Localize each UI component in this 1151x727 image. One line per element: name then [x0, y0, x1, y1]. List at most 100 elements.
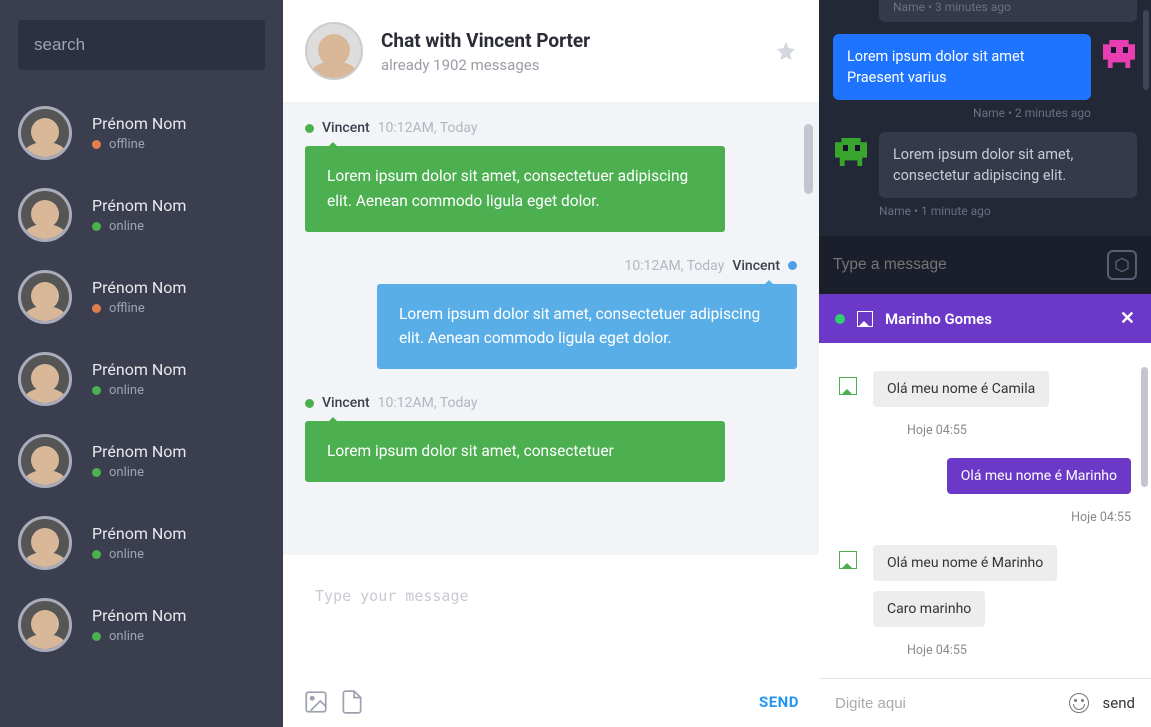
contact-name: Prénom Nom [92, 442, 186, 461]
message-thread[interactable]: Vincent 10:12AM, Today Lorem ipsum dolor … [283, 102, 819, 555]
message-composer: SEND [283, 555, 819, 727]
chat-partner-avatar[interactable] [305, 22, 363, 80]
purple-chat-widget: Marinho Gomes ✕ Olá meu nome é Camila Hoj… [819, 294, 1151, 727]
contact-item[interactable]: Prénom Nom offline [18, 256, 265, 338]
status-dot [92, 386, 101, 395]
contact-name: Prénom Nom [92, 524, 186, 543]
status-dot [92, 632, 101, 641]
send-button[interactable]: SEND [759, 693, 799, 711]
contact-status: online [109, 465, 144, 480]
contact-avatar [18, 434, 72, 488]
user-avatar [833, 134, 869, 170]
attach-image-icon[interactable] [303, 689, 329, 715]
message-time: Hoje 04:55 [907, 423, 967, 438]
image-placeholder-icon [857, 311, 873, 327]
emoji-icon[interactable] [1069, 693, 1089, 713]
status-dot [92, 304, 101, 313]
online-status-dot [835, 314, 845, 324]
contact-item[interactable]: Prénom Nom online [18, 584, 265, 666]
message-sender: Vincent [322, 395, 370, 411]
contact-avatar [18, 188, 72, 242]
image-placeholder-icon [839, 377, 857, 395]
message-time: 10:12AM, Today [624, 258, 724, 274]
dark-message-composer [819, 236, 1151, 294]
dark-chat-widget: Name • 3 minutes ago Lorem ipsum dolor s… [819, 0, 1151, 294]
main-chat-panel: Chat with Vincent Porter already 1902 me… [283, 0, 819, 727]
message-bubble: Caro marinho [873, 591, 985, 627]
status-dot [92, 140, 101, 149]
contact-status: online [109, 383, 144, 398]
purple-message-thread[interactable]: Olá meu nome é CamilaHoje 04:55Olá meu n… [819, 343, 1151, 678]
contact-avatar [18, 598, 72, 652]
message-group: Olá meu nome é Marinho Hoje 04:55 [839, 458, 1131, 525]
contact-status: online [109, 219, 144, 234]
contact-name: Prénom Nom [92, 278, 186, 297]
message-group: Olá meu nome é Camila Hoje 04:55 [839, 371, 1131, 438]
message-bubble: Olá meu nome é Marinho [947, 458, 1131, 494]
contact-avatar [18, 352, 72, 406]
purple-chat-header: Marinho Gomes ✕ [819, 294, 1151, 343]
chat-message: 10:12AM, Today Vincent Lorem ipsum dolor … [305, 258, 797, 370]
message-group: Olá meu nome é Marinho Caro marinho Hoje 0… [839, 545, 1131, 658]
alien-icon [835, 138, 867, 166]
search-box[interactable] [18, 20, 265, 70]
message-meta: Name • 3 minutes ago [879, 0, 1137, 22]
message-meta: Name • 1 minute ago [879, 204, 1137, 218]
contact-name: Prénom Nom [92, 606, 186, 625]
incoming-message: Lorem ipsum dolor sit amet, consectetur … [833, 132, 1137, 218]
message-sender: Vincent [322, 120, 370, 136]
status-dot [788, 261, 797, 270]
contact-name: Prénom Nom [92, 114, 186, 133]
chat-message: Vincent 10:12AM, TodayLorem ipsum dolor … [305, 395, 797, 482]
chat-partner-name: Marinho Gomes [885, 310, 1108, 328]
purple-message-input[interactable] [835, 695, 1055, 712]
chat-header: Chat with Vincent Porter already 1902 me… [283, 0, 819, 102]
message-bubble: Lorem ipsum dolor sit amet, consectetuer [305, 421, 725, 482]
purple-composer: send [819, 678, 1151, 727]
message-sender: Vincent [732, 258, 780, 274]
message-input[interactable] [297, 569, 805, 689]
contact-name: Prénom Nom [92, 196, 186, 215]
dark-message-input[interactable] [833, 256, 1107, 274]
image-placeholder-icon [839, 551, 857, 569]
scrollbar-thumb[interactable] [804, 124, 813, 194]
message-time: 10:12AM, Today [378, 120, 478, 136]
contact-status: online [109, 629, 144, 644]
scrollbar-thumb[interactable] [1141, 367, 1148, 487]
send-button[interactable] [1107, 250, 1137, 280]
chat-subtitle: already 1902 messages [381, 56, 757, 74]
message-bubble: Lorem ipsum dolor sit amet, consectetuer… [377, 284, 797, 370]
message-bubble: Olá meu nome é Marinho [873, 545, 1057, 581]
status-dot [92, 222, 101, 231]
contact-item[interactable]: Prénom Nom offline [18, 92, 265, 174]
message-bubble: Lorem ipsum dolor sit amet, consectetuer… [305, 146, 725, 232]
close-icon[interactable]: ✕ [1120, 308, 1135, 329]
contact-status: offline [109, 137, 145, 152]
outgoing-message: Lorem ipsum dolor sit amet Praesent vari… [833, 34, 1137, 120]
status-dot [92, 550, 101, 559]
contact-status: online [109, 547, 144, 562]
favorite-star-icon[interactable] [775, 40, 797, 62]
user-avatar [1101, 36, 1137, 72]
status-dot [92, 468, 101, 477]
message-bubble: Lorem ipsum dolor sit amet, consectetur … [879, 132, 1137, 198]
status-dot [305, 399, 314, 408]
contact-item[interactable]: Prénom Nom online [18, 174, 265, 256]
contacts-sidebar: Prénom Nom offline Prénom Nom online Pré… [0, 0, 283, 727]
contact-item[interactable]: Prénom Nom online [18, 502, 265, 584]
attach-file-icon[interactable] [339, 689, 365, 715]
contact-item[interactable]: Prénom Nom online [18, 420, 265, 502]
message-bubble: Lorem ipsum dolor sit amet Praesent vari… [833, 34, 1091, 100]
chat-title: Chat with Vincent Porter [381, 29, 757, 52]
contact-avatar [18, 270, 72, 324]
message-time: Hoje 04:55 [907, 643, 967, 658]
message-time: Hoje 04:55 [1071, 510, 1131, 525]
contact-avatar [18, 516, 72, 570]
search-input[interactable] [34, 35, 255, 55]
scrollbar-thumb[interactable] [1143, 10, 1149, 90]
message-bubble: Olá meu nome é Camila [873, 371, 1049, 407]
send-button[interactable]: send [1103, 694, 1135, 712]
contact-avatar [18, 106, 72, 160]
message-meta: Name • 2 minutes ago [833, 106, 1091, 120]
contact-item[interactable]: Prénom Nom online [18, 338, 265, 420]
